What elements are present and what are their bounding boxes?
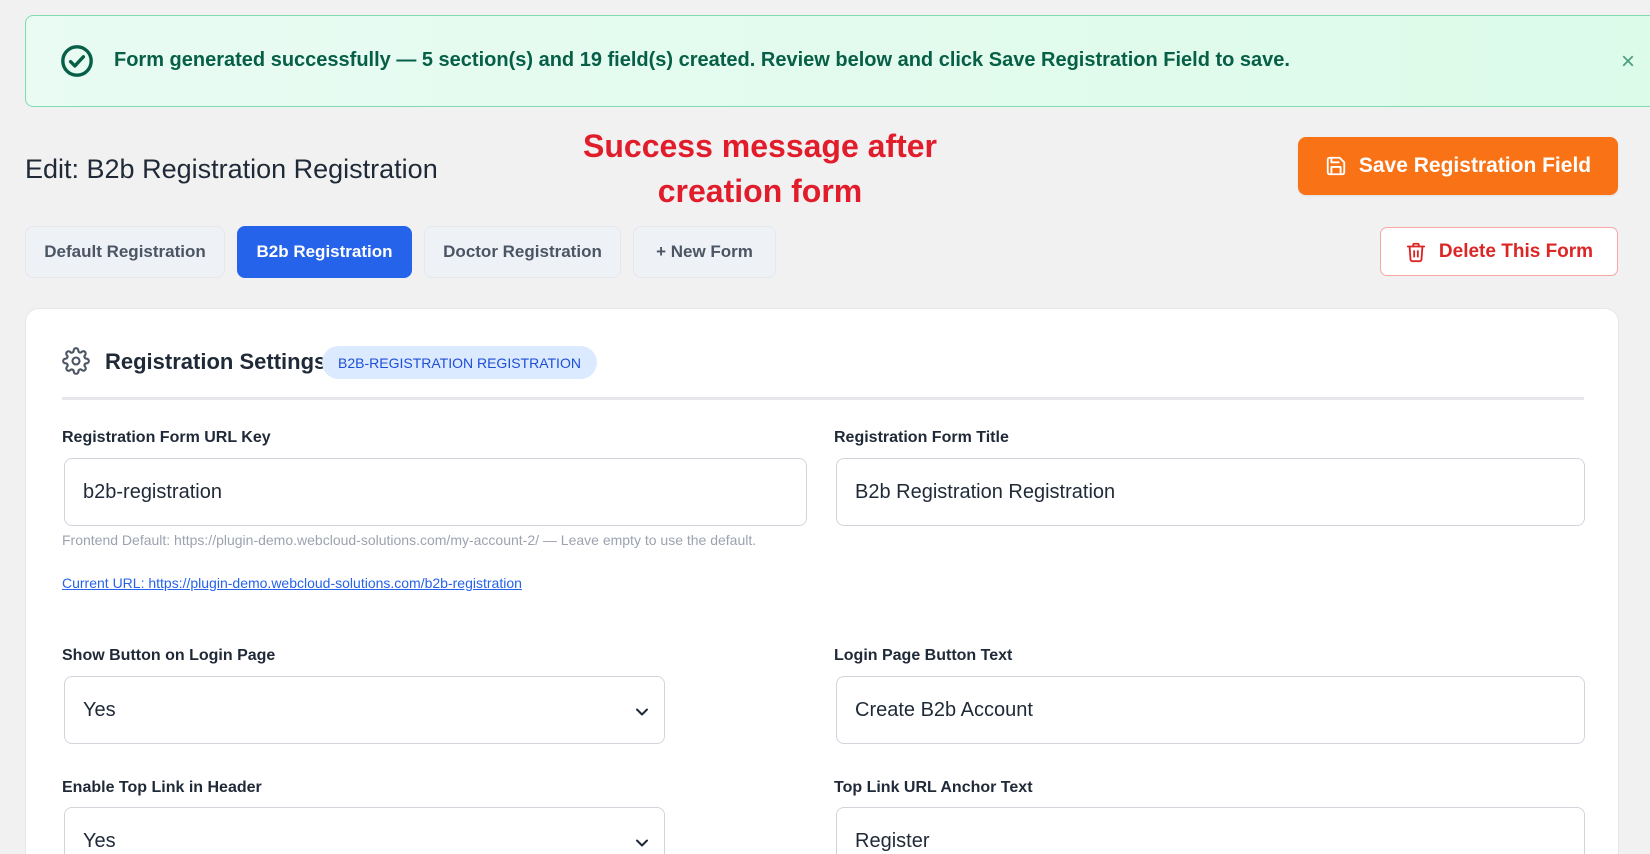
save-button-label: Save Registration Field xyxy=(1358,154,1592,177)
success-notice: Form generated successfully — 5 section(… xyxy=(25,15,1650,107)
notice-message: Form generated successfully — 5 section(… xyxy=(114,49,1290,71)
show-button-value: Yes xyxy=(83,698,116,721)
show-button-label: Show Button on Login Page xyxy=(62,647,276,664)
top-link-value: Yes xyxy=(83,829,116,852)
save-registration-button[interactable]: Save Registration Field xyxy=(1298,137,1618,195)
tab-b2b-registration[interactable]: B2b Registration xyxy=(237,226,412,278)
form-title-input[interactable]: B2b Registration Registration xyxy=(836,458,1585,526)
url-key-help-text: Frontend Default: https://plugin-demo.we… xyxy=(62,532,757,548)
anchor-text-input[interactable]: Register xyxy=(836,807,1585,854)
annotation-line-2: creation form xyxy=(657,173,863,209)
button-text-label: Login Page Button Text xyxy=(834,647,1013,664)
chevron-down-icon xyxy=(636,839,648,847)
card-title: Registration Settings xyxy=(105,349,327,374)
url-key-input[interactable]: b2b-registration xyxy=(64,458,807,526)
url-key-label: Registration Form URL Key xyxy=(62,429,271,446)
annotation-line-1: Success message after xyxy=(583,128,937,164)
show-button-select[interactable]: Yes xyxy=(64,676,665,744)
top-link-select[interactable]: Yes xyxy=(64,807,665,854)
save-icon xyxy=(1326,156,1346,176)
form-title-label: Registration Form Title xyxy=(834,429,1009,446)
delete-button-label: Delete This Form xyxy=(1438,240,1594,262)
form-slug-badge: B2B-REGISTRATION REGISTRATION xyxy=(322,346,597,379)
chevron-down-icon xyxy=(636,708,648,716)
tab-new-form[interactable]: + New Form xyxy=(633,226,776,278)
current-url-link[interactable]: Current URL: https://plugin-demo.webclou… xyxy=(62,575,522,591)
anchor-text-label: Top Link URL Anchor Text xyxy=(834,779,1033,796)
registration-settings-card: Registration Settings B2B-REGISTRATION R… xyxy=(25,308,1619,854)
tab-default-registration[interactable]: Default Registration xyxy=(25,226,225,278)
trash-icon xyxy=(1406,242,1426,262)
close-icon[interactable]: × xyxy=(1621,50,1635,74)
check-circle-icon xyxy=(61,45,93,77)
page-title: Edit: B2b Registration Registration xyxy=(25,154,438,184)
button-text-input[interactable]: Create B2b Account xyxy=(836,676,1585,744)
divider xyxy=(62,397,1584,400)
tab-doctor-registration[interactable]: Doctor Registration xyxy=(424,226,621,278)
top-link-label: Enable Top Link in Header xyxy=(62,779,262,796)
gear-icon xyxy=(62,347,90,375)
annotation-text: Success message after creation form xyxy=(530,124,990,214)
delete-form-button[interactable]: Delete This Form xyxy=(1380,227,1618,276)
